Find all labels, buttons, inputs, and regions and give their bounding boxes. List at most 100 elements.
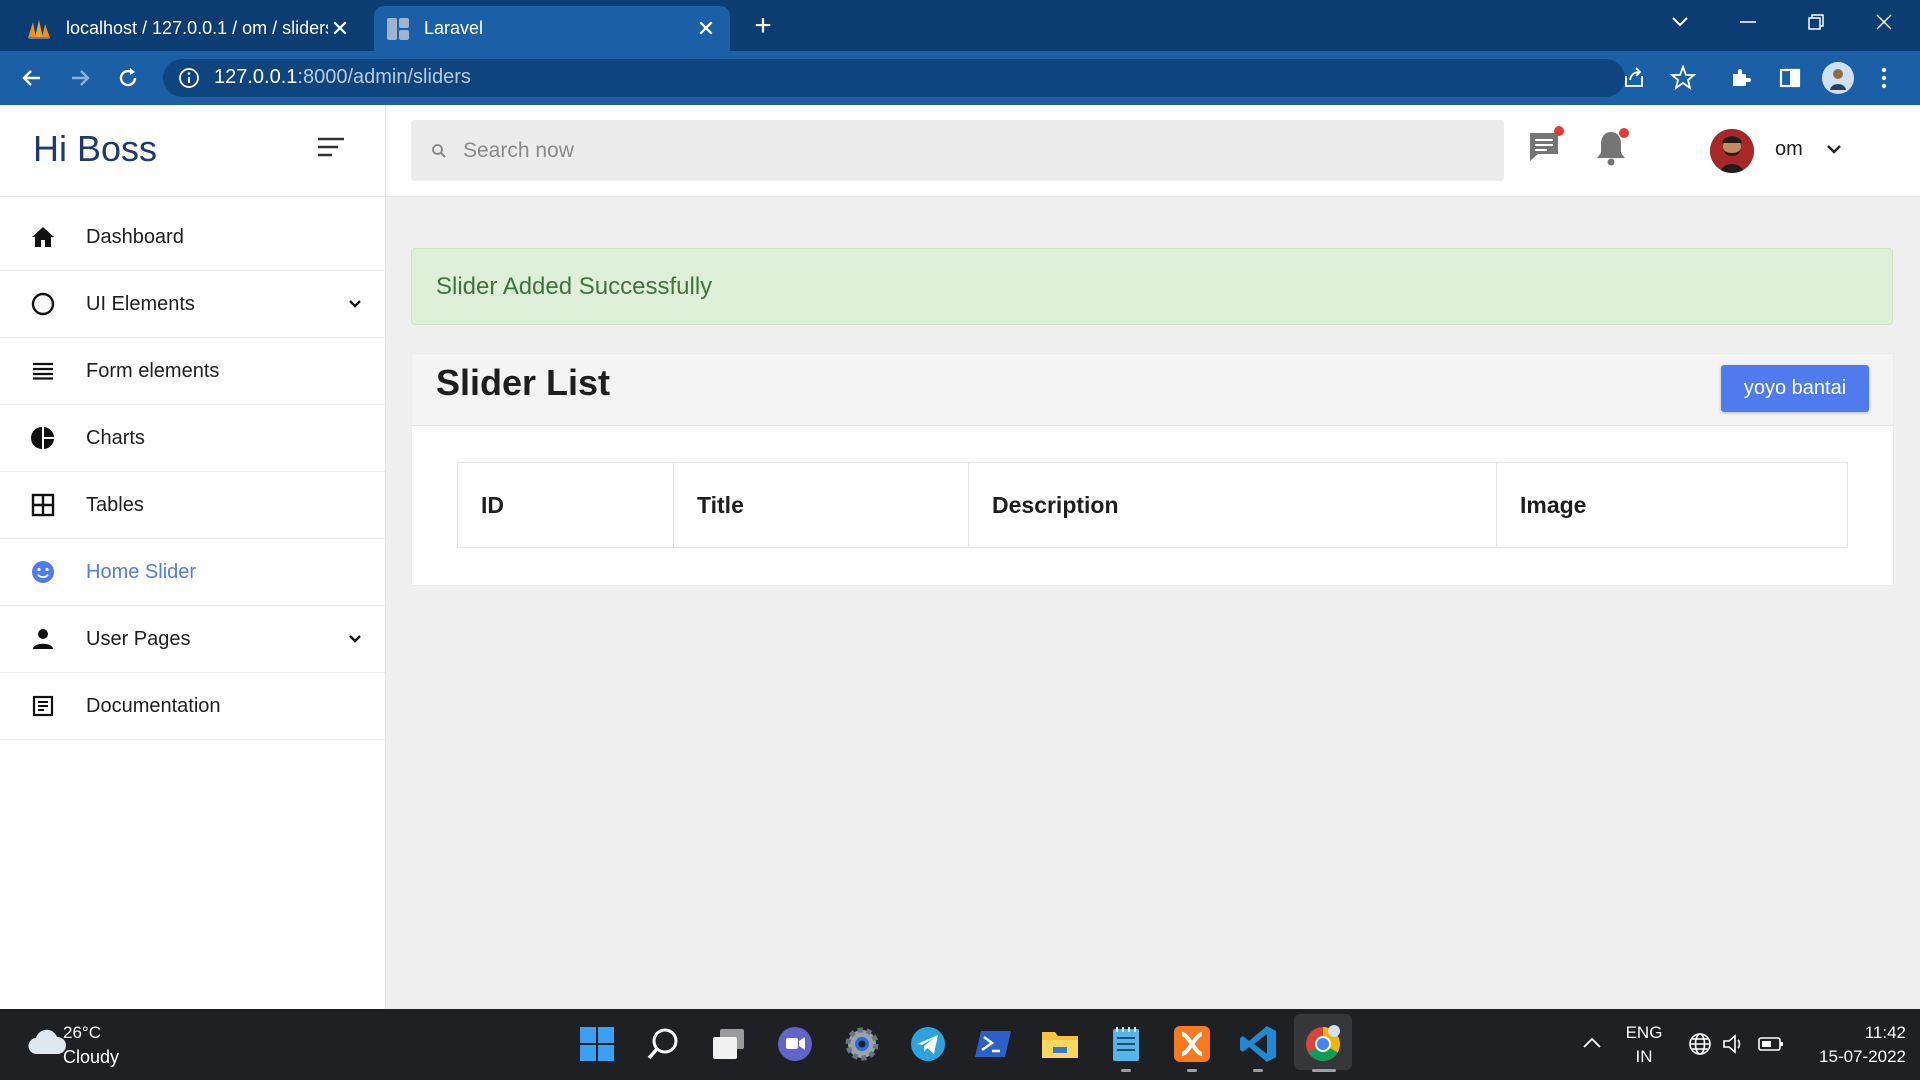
chrome-icon[interactable] [1302,1023,1344,1065]
search-input[interactable]: Search now [411,120,1504,181]
search-placeholder: Search now [463,138,574,162]
tab-laravel[interactable]: Laravel ✕ [374,6,730,51]
list-icon [0,362,86,380]
sidebar-item-label: User Pages [86,627,191,650]
sidebar-item-label: UI Elements [86,292,195,315]
tab-phpmyadmin[interactable]: localhost / 127.0.0.1 / om / sliders ✕ [14,6,364,51]
back-icon[interactable] [14,60,50,96]
bookmark-star-icon[interactable] [1670,65,1696,91]
weather-desc: Cloudy [63,1047,120,1067]
add-slider-button[interactable]: yoyo bantai [1721,365,1869,412]
phpmyadmin-icon [26,18,52,40]
home-icon [0,226,86,248]
sidebar-item-label: Charts [86,426,145,449]
search-icon [431,143,447,159]
running-indicator [1312,1069,1336,1072]
file-explorer-icon[interactable] [1039,1023,1081,1065]
messages-icon[interactable] [1526,126,1566,168]
username[interactable]: om [1775,138,1803,161]
running-indicator [1121,1069,1131,1072]
sidebar-item-label: Dashboard [86,225,184,248]
sidebar-item-ui-elements[interactable]: UI Elements [0,271,385,338]
extensions-icon[interactable] [1729,66,1753,90]
bell-icon[interactable] [1593,128,1633,168]
page-title: Slider List [436,362,611,403]
settings-gear-icon[interactable] [841,1023,883,1065]
side-panel-icon[interactable] [1778,66,1802,90]
weather-widget[interactable]: 26°C Cloudy [63,1021,119,1069]
table-icon [0,493,86,517]
running-indicator [1187,1069,1197,1072]
battery-icon[interactable] [1758,1034,1784,1054]
close-window-button[interactable] [1852,0,1916,44]
tab-title: localhost / 127.0.0.1 / om / sliders [66,18,328,38]
vscode-icon[interactable] [1237,1023,1279,1065]
share-icon[interactable] [1622,66,1646,90]
sidebar-item-label: Form elements [86,359,220,382]
browser-menu-icon[interactable] [1880,66,1888,90]
chevron-down-icon[interactable] [1826,144,1842,156]
sidebar-item-user-pages[interactable]: User Pages [0,606,385,673]
search-icon[interactable] [642,1023,684,1065]
language-code: ENG [1625,1023,1663,1042]
avatar[interactable] [1710,129,1754,173]
new-tab-button[interactable]: + [748,6,778,46]
slider-table: ID Title Description Image [457,462,1848,548]
sidebar-toggle-icon[interactable] [316,136,346,158]
close-tab-icon[interactable]: ✕ [694,16,718,42]
card-header [412,354,1893,426]
cloud-icon[interactable] [27,1028,67,1056]
weather-temp: 26°C [63,1023,101,1042]
start-icon[interactable] [576,1023,618,1065]
tab-title: Laravel [424,18,484,38]
reload-icon[interactable] [110,60,146,96]
smiley-icon [0,560,86,584]
chevron-up-icon[interactable] [1582,1036,1602,1050]
sidebar-item-label: Tables [86,493,144,516]
sidebar-item-dashboard[interactable]: Dashboard [0,204,385,271]
volume-icon[interactable] [1722,1033,1746,1055]
notification-dot [1619,128,1629,138]
notification-dot [1554,126,1564,136]
tab-search-icon[interactable] [1648,0,1712,44]
xampp-icon[interactable] [1171,1023,1213,1065]
sidebar-item-form-elements[interactable]: Form elements [0,338,385,405]
chevron-down-icon[interactable] [325,634,385,644]
sidebar-item-tables[interactable]: Tables [0,472,385,539]
profile-avatar[interactable] [1822,62,1854,94]
globe-icon[interactable] [1688,1032,1712,1056]
sidebar-item-home-slider[interactable]: Home Slider [0,539,385,606]
circle-icon [0,292,86,316]
close-tab-icon[interactable]: ✕ [328,16,352,42]
telegram-icon[interactable] [907,1023,949,1065]
task-view-icon[interactable] [708,1023,750,1065]
url-path: :8000/admin/sliders [297,66,471,88]
language-indicator[interactable]: ENG IN [1620,1021,1668,1069]
sidebar-item-documentation[interactable]: Documentation [0,673,385,740]
forward-icon[interactable] [62,60,98,96]
minimize-button[interactable] [1716,0,1780,44]
clock[interactable]: 11:42 15-07-2022 [1800,1021,1906,1069]
column-header-image[interactable]: Image [1496,462,1848,548]
sidebar-item-charts[interactable]: Charts [0,405,385,472]
laravel-page-icon [386,17,410,41]
teams-chat-icon[interactable] [774,1023,816,1065]
notepad-icon[interactable] [1105,1023,1147,1065]
pie-chart-icon [0,426,86,450]
info-icon[interactable] [178,67,200,89]
brand-title[interactable]: Hi Boss [33,128,157,170]
person-icon [0,628,86,650]
powershell-icon[interactable] [973,1023,1015,1065]
divider [0,196,385,197]
clock-date: 15-07-2022 [1819,1047,1906,1066]
region-code: IN [1635,1047,1653,1066]
column-header-description[interactable]: Description [968,462,1497,548]
chevron-down-icon[interactable] [325,299,385,309]
column-header-title[interactable]: Title [673,462,969,548]
url-text[interactable]: 127.0.0.1:8000/admin/sliders [214,66,471,89]
url-host: 127.0.0.1 [214,66,298,88]
running-indicator [1253,1069,1263,1072]
clock-time: 11:42 [1864,1023,1906,1042]
restore-button[interactable] [1784,0,1848,44]
column-header-id[interactable]: ID [457,462,674,548]
